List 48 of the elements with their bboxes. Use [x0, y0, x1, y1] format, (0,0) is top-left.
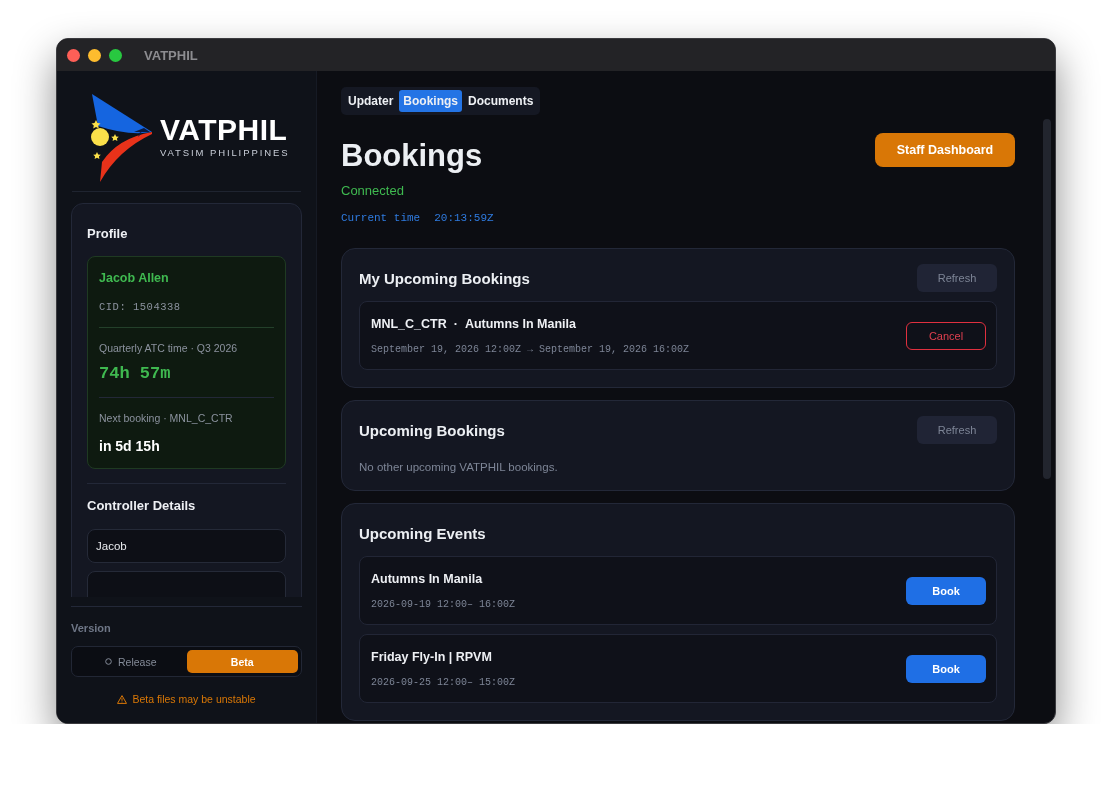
event-title: Friday Fly-In | RPVM — [371, 650, 493, 664]
version-label: Version — [71, 622, 112, 634]
section-heading: Upcoming Events — [359, 524, 486, 542]
refresh-button[interactable]: Refresh — [917, 264, 997, 292]
version-option[interactable]: Beta — [186, 650, 298, 673]
profile-name: Jacob Allen — [99, 271, 170, 285]
position-code: MNL_C_CTR — [371, 317, 447, 331]
input-field[interactable]: Jacob — [87, 529, 286, 563]
next-booking-label: Next booking · MNL_C_CTR — [99, 412, 234, 424]
close-button[interactable] — [67, 48, 80, 62]
time-label: Current time — [341, 212, 421, 224]
zoom-button[interactable] — [109, 48, 122, 62]
event-time: 2026-09-25 12:00– 15:00Z — [371, 677, 516, 688]
next-booking-value: in 5d 15h — [99, 438, 161, 454]
cid-text: CID: 1504338 — [99, 301, 182, 313]
book-button[interactable]: Book — [906, 655, 986, 683]
section-heading: Upcoming Bookings — [359, 421, 505, 439]
cancel-button[interactable]: Cancel — [906, 322, 986, 350]
book-button[interactable]: Book — [906, 577, 986, 605]
atc-time-value: 74h 57m — [99, 364, 172, 383]
event-title: Autumns In Manila — [371, 572, 484, 586]
logo-subtitle: VATSIM PHILIPPINES — [160, 146, 290, 158]
panel-heading: Controller Details — [87, 498, 197, 513]
tab[interactable]: Updater — [344, 90, 398, 112]
window-title: VATPHIL — [144, 47, 198, 63]
event-time: 2026-09-19 12:00– 16:00Z — [371, 599, 516, 610]
booking-time: September 19, 2026 12:00Z → September 19, 2026 16:00Z — [371, 344, 690, 355]
logo-name: VATPHIL — [160, 114, 289, 145]
warning-icon — [117, 694, 128, 704]
input-field[interactable] — [87, 571, 286, 597]
radio-icon — [105, 658, 112, 665]
separator-dot: · — [453, 317, 458, 331]
time-value: 20:13:59Z — [434, 212, 494, 224]
panel-heading: Profile — [87, 226, 129, 241]
connection-status: Connected — [341, 183, 405, 198]
tab[interactable]: Bookings — [399, 90, 462, 112]
tab[interactable]: Documents — [464, 90, 538, 112]
booking-event: Autumns In Manila — [464, 317, 576, 331]
empty-message: No other upcoming VATPHIL bookings. — [359, 461, 559, 473]
minimize-button[interactable] — [88, 48, 101, 62]
scrollbar-thumb[interactable] — [1043, 119, 1051, 479]
refresh-button[interactable]: Refresh — [917, 416, 997, 444]
section-heading: My Upcoming Bookings — [359, 269, 530, 287]
page-title: Bookings — [341, 137, 484, 175]
staff-dashboard-button[interactable]: Staff Dashboard — [875, 133, 1015, 167]
version-option[interactable]: Release — [75, 650, 187, 673]
atc-time-label: Quarterly ATC time · Q3 2026 — [99, 342, 239, 354]
warning-text: Beta files may be unstable — [132, 693, 256, 705]
